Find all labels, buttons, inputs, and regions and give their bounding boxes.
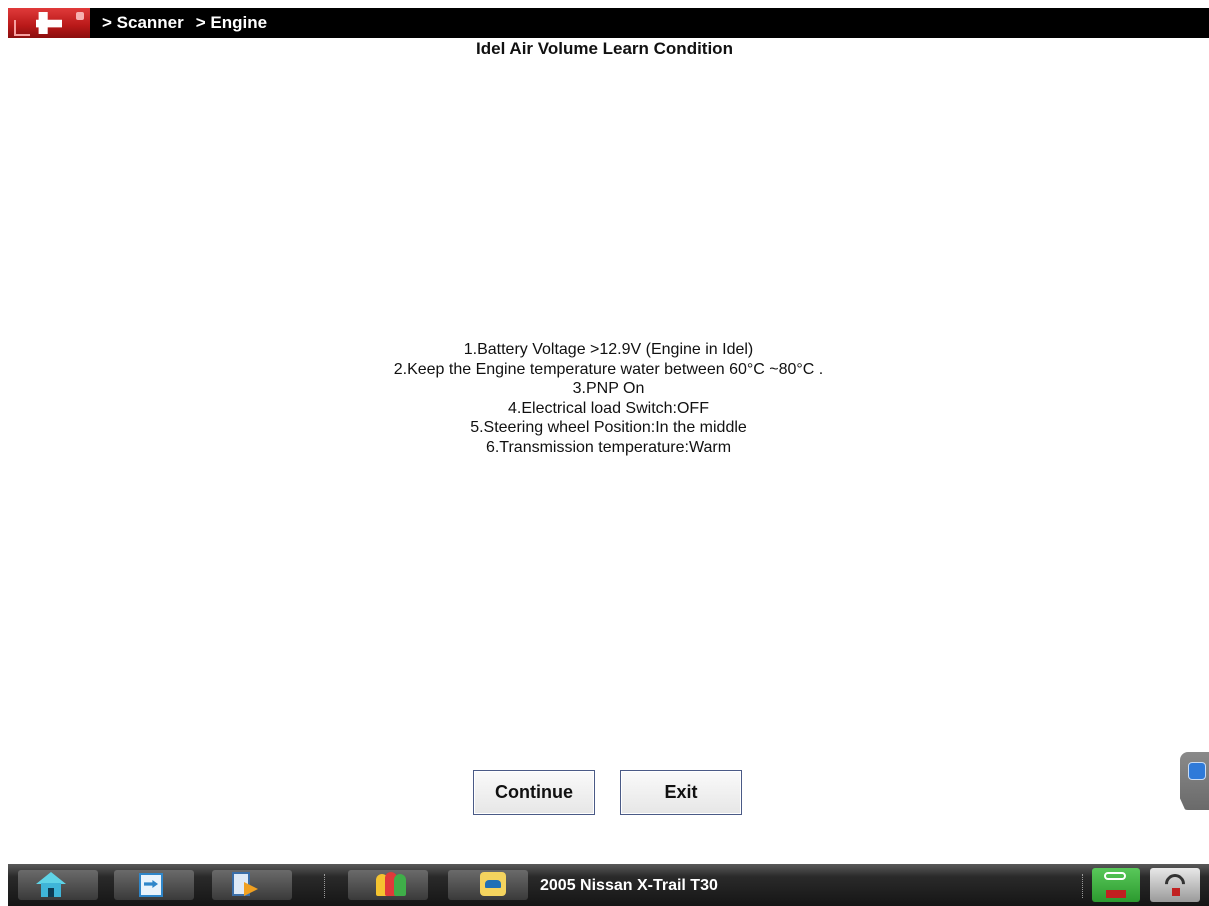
continue-button[interactable]: Continue	[473, 770, 595, 815]
breadcrumb-scanner[interactable]: > Scanner	[102, 13, 184, 33]
scanner-logo-icon[interactable]	[8, 8, 90, 38]
condition-item: 5.Steering wheel Position:In the middle	[470, 419, 747, 436]
title-bar: > Scanner > Engine	[8, 8, 1209, 38]
vehicle-label: 2005 Nissan X-Trail T30	[540, 877, 718, 894]
page-title: Idel Air Volume Learn Condition	[476, 39, 733, 58]
exit-button[interactable]: Exit	[620, 770, 742, 815]
condition-item: 2.Keep the Engine temperature water betw…	[393, 360, 824, 378]
signal-icon[interactable]	[1150, 868, 1200, 902]
breadcrumb-engine[interactable]: > Engine	[196, 13, 267, 33]
tools-icon[interactable]	[230, 872, 260, 898]
taskbar: 2005 Nissan X-Trail T30	[8, 864, 1209, 906]
list-icon[interactable]	[136, 872, 166, 898]
side-panel-tab[interactable]	[1180, 752, 1209, 810]
car-icon[interactable]	[478, 872, 508, 898]
condition-item: 6.Transmission temperature:Warm	[485, 438, 732, 456]
usb-icon[interactable]	[1092, 868, 1140, 902]
home-icon[interactable]	[36, 872, 66, 898]
remote-support-icon	[1188, 762, 1206, 780]
people-icon[interactable]	[376, 872, 406, 898]
condition-item: 4.Electrical load Switch:OFF	[508, 399, 709, 417]
condition-item: 3.PNP On	[572, 380, 645, 397]
condition-item: 1.Battery Voltage >12.9V (Engine in Idel…	[463, 341, 754, 358]
conditions-list: 1.Battery Voltage >12.9V (Engine in Idel…	[0, 340, 1209, 457]
